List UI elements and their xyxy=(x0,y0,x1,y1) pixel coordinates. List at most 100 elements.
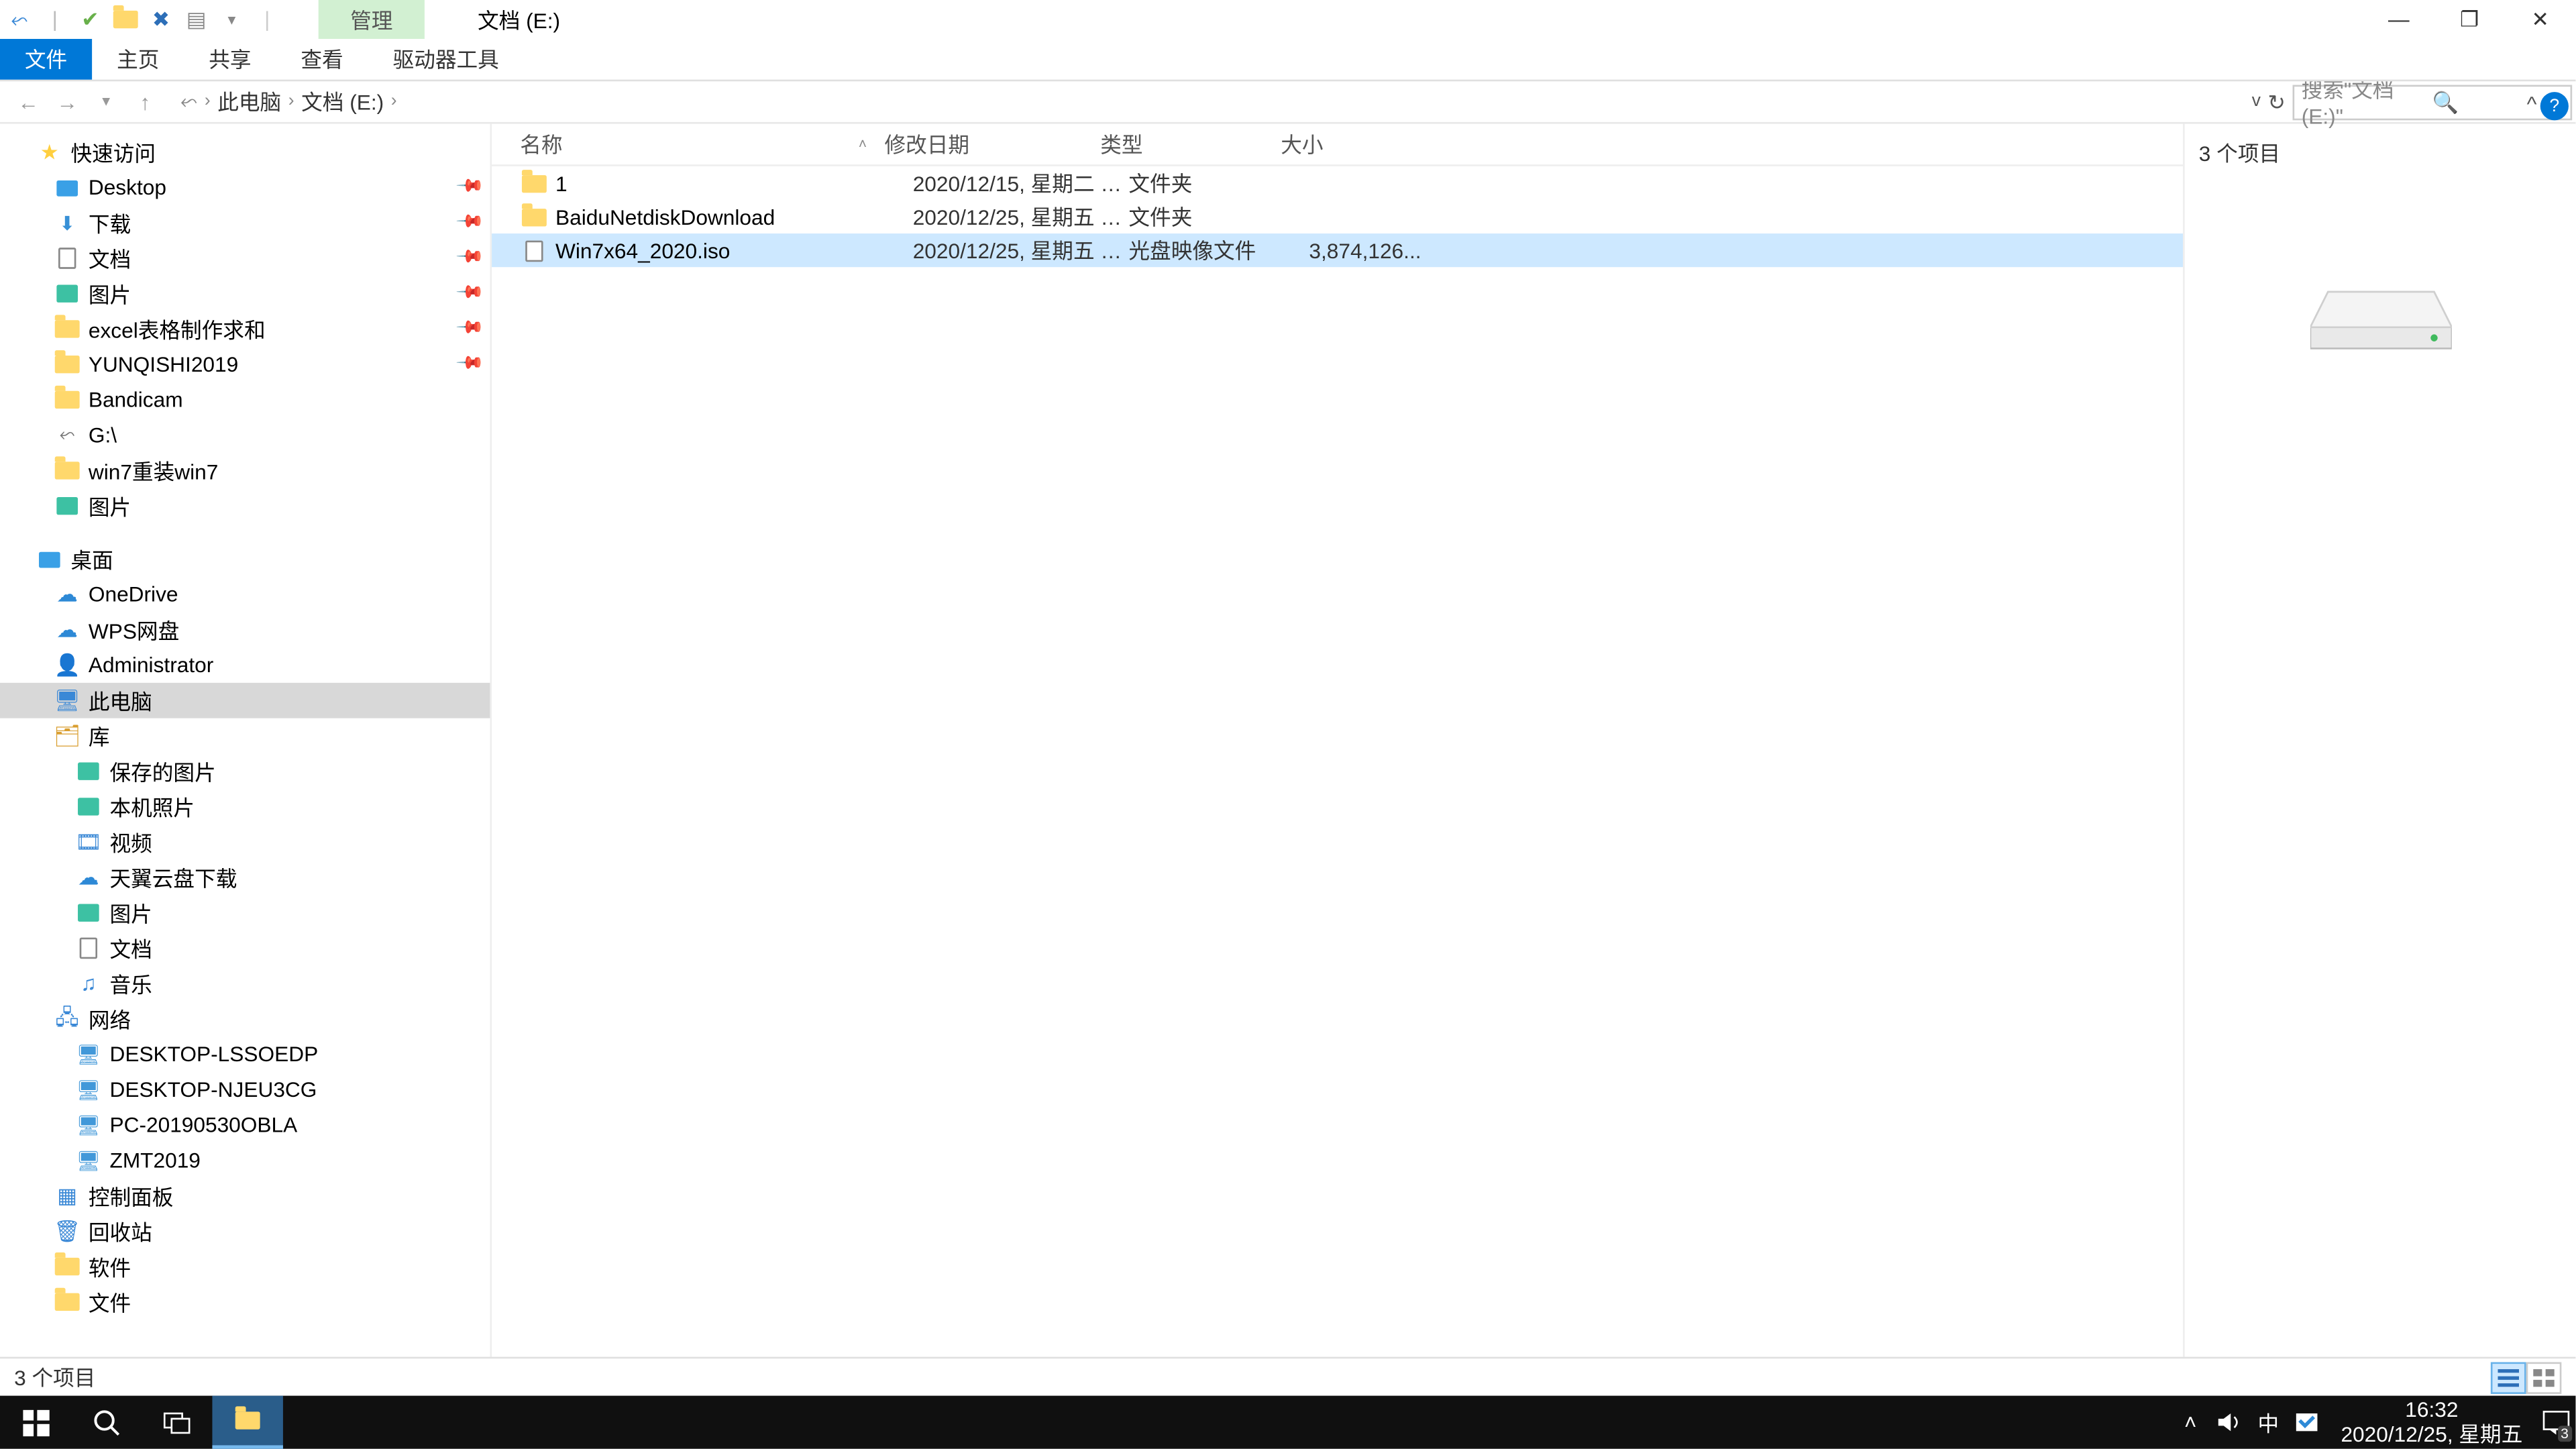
minimize-button[interactable]: — xyxy=(2363,0,2434,39)
back-button[interactable]: ← xyxy=(11,84,46,119)
tree-desktop-item[interactable]: 🗂库 xyxy=(0,718,490,754)
col-header-type[interactable]: 类型 xyxy=(1100,129,1281,160)
tree-quick-access[interactable]: ★ 快速访问 xyxy=(0,134,490,170)
close-button[interactable]: ✕ xyxy=(2505,0,2575,39)
folder-icon xyxy=(53,388,81,413)
tree-library-item[interactable]: ♫音乐 xyxy=(0,966,490,1002)
tree-qa-item[interactable]: win7重装win7 xyxy=(0,453,490,488)
tree-network-pc[interactable]: 🖥PC-20190530OBLA xyxy=(0,1108,490,1143)
view-details-button[interactable] xyxy=(2491,1361,2526,1393)
tree-extra-item[interactable]: 🗑回收站 xyxy=(0,1214,490,1249)
file-row[interactable]: 12020/12/15, 星期二 1...文件夹 xyxy=(492,166,2183,200)
tree-network-pc[interactable]: 🖥ZMT2019 xyxy=(0,1143,490,1179)
drive-icon xyxy=(2310,274,2451,363)
address-controls: v ↻ xyxy=(2252,89,2293,114)
folder-icon xyxy=(53,1289,81,1314)
breadcrumb-sep-icon[interactable]: › xyxy=(391,92,397,111)
tree-desktop-item[interactable]: ☁OneDrive xyxy=(0,577,490,612)
up-button[interactable]: ↑ xyxy=(127,84,163,119)
tree-qa-item[interactable]: 图片📌 xyxy=(0,276,490,311)
tray-overflow-icon[interactable]: ˄ xyxy=(2171,1396,2210,1449)
tree-label: 网络 xyxy=(89,1004,131,1034)
tree-network-pc[interactable]: 🖥DESKTOP-LSSOEDP xyxy=(0,1036,490,1072)
tree-library-item[interactable]: 文档 xyxy=(0,930,490,966)
tree-library-item[interactable]: 本机照片 xyxy=(0,789,490,824)
breadcrumb-sep-icon[interactable]: › xyxy=(288,92,294,111)
tree-extra-item[interactable]: 文件 xyxy=(0,1284,490,1320)
ribbon-tab-drive-tools[interactable]: 驱动器工具 xyxy=(368,39,524,80)
history-dropdown[interactable]: ▾ xyxy=(89,84,124,119)
start-button[interactable] xyxy=(0,1396,70,1449)
action-center-icon[interactable]: 3 xyxy=(2536,1396,2575,1449)
tree-label: G:\ xyxy=(89,423,117,447)
download-icon: ⬇ xyxy=(53,211,81,235)
tree-qa-item[interactable]: ⬇下载📌 xyxy=(0,205,490,241)
tree-desktop-root[interactable]: 桌面 xyxy=(0,541,490,577)
tree-label: 库 xyxy=(89,721,110,751)
maximize-button[interactable]: ❐ xyxy=(2434,0,2505,39)
address-dropdown-icon[interactable]: v xyxy=(2252,92,2261,111)
col-header-date[interactable]: 修改日期 xyxy=(885,129,1101,160)
file-row[interactable]: BaiduNetdiskDownload2020/12/25, 星期五 1...… xyxy=(492,200,2183,233)
column-headers[interactable]: 名称 ˄ 修改日期 类型 大小 xyxy=(492,124,2183,166)
ribbon-tab-home[interactable]: 主页 xyxy=(92,39,184,80)
tree-qa-item[interactable]: excel表格制作求和📌 xyxy=(0,311,490,347)
tree-qa-item[interactable]: Bandicam xyxy=(0,382,490,418)
tray-app-icon[interactable] xyxy=(2288,1396,2326,1449)
tree-desktop-item[interactable]: ☁WPS网盘 xyxy=(0,612,490,647)
qat-check-icon[interactable]: ✔ xyxy=(74,3,106,35)
system-tray: ˄ 中 16:32 2020/12/25, 星期五 3 xyxy=(2171,1396,2575,1449)
tree-library-item[interactable]: 🎞视频 xyxy=(0,824,490,860)
breadcrumb-sep-icon[interactable]: › xyxy=(205,92,211,111)
tree-qa-item[interactable]: ⬿G:\ xyxy=(0,417,490,453)
col-header-size[interactable]: 大小 xyxy=(1281,129,1387,160)
forward-button[interactable]: → xyxy=(50,84,85,119)
tree-network-pc[interactable]: 🖥DESKTOP-NJEU3CG xyxy=(0,1072,490,1108)
tree-label: YUNQISHI2019 xyxy=(89,352,238,377)
tree-library-item[interactable]: ☁天翼云盘下载 xyxy=(0,860,490,896)
tree-qa-item[interactable]: 文档📌 xyxy=(0,241,490,276)
ime-indicator[interactable]: 中 xyxy=(2249,1396,2288,1449)
tree-qa-item[interactable]: 图片 xyxy=(0,488,490,524)
tree-extra-item[interactable]: 软件 xyxy=(0,1249,490,1285)
ribbon-tab-view[interactable]: 查看 xyxy=(276,39,368,80)
taskbar-clock[interactable]: 16:32 2020/12/25, 星期五 xyxy=(2326,1397,2536,1448)
file-row[interactable]: Win7x64_2020.iso2020/12/25, 星期五 1...光盘映像… xyxy=(492,233,2183,267)
qat-props-icon[interactable]: ▤ xyxy=(180,3,212,35)
view-thumbnails-button[interactable] xyxy=(2526,1361,2562,1393)
folder-icon xyxy=(53,1254,81,1279)
tree-qa-item[interactable]: YUNQISHI2019📌 xyxy=(0,347,490,382)
col-header-name[interactable]: 名称 ˄ xyxy=(492,129,884,160)
tree-network[interactable]: 🖧 网络 xyxy=(0,1002,490,1037)
navigation-tree[interactable]: ★ 快速访问 Desktop📌⬇下载📌文档📌图片📌excel表格制作求和📌YUN… xyxy=(0,124,492,1357)
tree-qa-item[interactable]: Desktop📌 xyxy=(0,170,490,205)
tree-extra-item[interactable]: ▦控制面板 xyxy=(0,1178,490,1214)
pic-icon xyxy=(53,281,81,306)
ribbon-expand-icon[interactable]: ^ xyxy=(2527,92,2537,117)
qat-close-icon[interactable]: ✖ xyxy=(145,3,176,35)
task-view-button[interactable] xyxy=(142,1396,212,1449)
tree-library-item[interactable]: 图片 xyxy=(0,895,490,930)
help-icon[interactable]: ? xyxy=(2540,92,2569,120)
tree-desktop-item[interactable]: 👤Administrator xyxy=(0,647,490,683)
qat-back-icon[interactable]: ⬿ xyxy=(3,3,35,35)
tree-label: 天翼云盘下载 xyxy=(109,863,237,893)
refresh-icon[interactable]: ↻ xyxy=(2267,89,2286,114)
breadcrumb[interactable]: ⬿ › 此电脑 › 文档 (E:) › xyxy=(173,87,2251,117)
ribbon-tab-file[interactable]: 文件 xyxy=(0,39,92,80)
title-bar: ⬿ | ✔ ✖ ▤ ▾ | 管理 文档 (E:) — ❐ ✕ xyxy=(0,0,2575,39)
tree-library-item[interactable]: 保存的图片 xyxy=(0,753,490,789)
volume-icon[interactable] xyxy=(2210,1396,2249,1449)
ribbon-tab-share[interactable]: 共享 xyxy=(184,39,276,80)
search-button[interactable] xyxy=(70,1396,141,1449)
qat-dropdown-icon[interactable]: ▾ xyxy=(216,3,248,35)
status-item-count: 3 个项目 xyxy=(14,1362,95,1392)
contextual-tab-manage[interactable]: 管理 xyxy=(319,0,425,39)
breadcrumb-this-pc[interactable]: 此电脑 xyxy=(217,87,281,117)
tree-desktop-item[interactable]: 🖥此电脑 xyxy=(0,683,490,718)
qat-folder-icon[interactable] xyxy=(109,3,141,35)
tree-label: DESKTOP-LSSOEDP xyxy=(109,1042,318,1067)
taskbar-explorer[interactable] xyxy=(212,1396,282,1449)
breadcrumb-root-icon[interactable]: ⬿ xyxy=(180,89,197,115)
breadcrumb-drive-e[interactable]: 文档 (E:) xyxy=(301,87,384,117)
